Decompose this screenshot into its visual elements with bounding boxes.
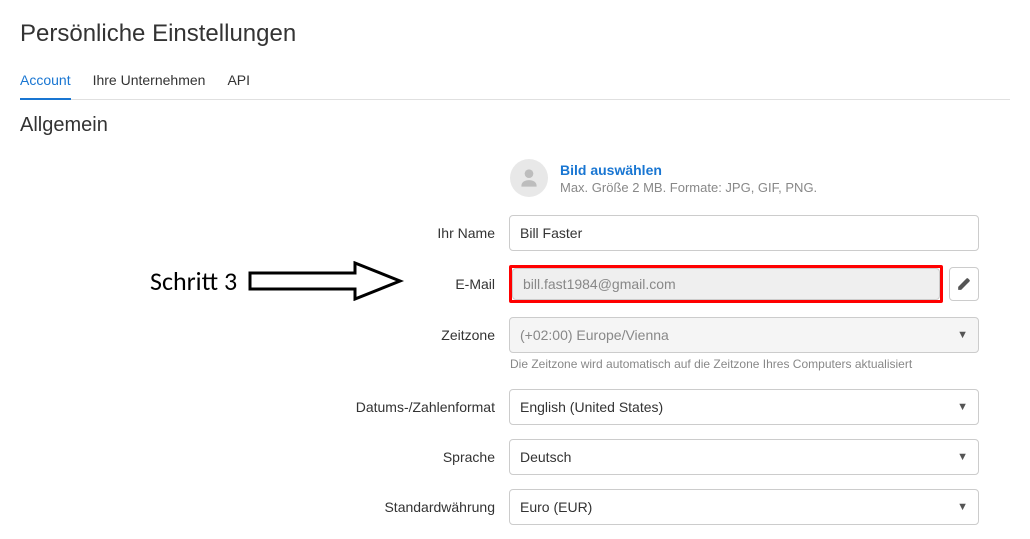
timezone-select: (+02:00) Europe/Vienna ▼: [509, 317, 979, 353]
pencil-icon: [957, 277, 971, 291]
name-input[interactable]: [509, 215, 979, 251]
settings-form: Bild auswählen Max. Größe 2 MB. Formate:…: [20, 159, 1010, 525]
language-row: Sprache Deutsch ▼: [20, 439, 1010, 475]
page-title: Persönliche Einstellungen: [20, 20, 1010, 48]
email-row: Schritt 3 E-Mail: [20, 265, 1010, 303]
arrow-icon: [245, 261, 405, 301]
tab-companies[interactable]: Ihre Unternehmen: [93, 66, 206, 100]
pick-image-link[interactable]: Bild auswählen: [560, 162, 817, 178]
tab-account[interactable]: Account: [20, 66, 71, 100]
timezone-note: Die Zeitzone wird automatisch auf die Ze…: [20, 357, 970, 371]
section-title-general: Allgemein: [20, 114, 1010, 137]
step-annotation: Schritt 3: [150, 261, 405, 301]
dateformat-label: Datums-/Zahlenformat: [20, 399, 495, 415]
currency-label: Standardwährung: [20, 499, 495, 515]
chevron-down-icon: ▼: [957, 501, 968, 513]
avatar-placeholder-icon: [510, 159, 548, 197]
chevron-down-icon: ▼: [957, 451, 968, 463]
chevron-down-icon: ▼: [957, 329, 968, 341]
timezone-value: (+02:00) Europe/Vienna: [520, 327, 669, 343]
timezone-label: Zeitzone: [20, 327, 495, 343]
edit-email-button[interactable]: [949, 267, 979, 301]
currency-select[interactable]: Euro (EUR) ▼: [509, 489, 979, 525]
dateformat-row: Datums-/Zahlenformat English (United Sta…: [20, 389, 1010, 425]
currency-value: Euro (EUR): [520, 499, 592, 515]
chevron-down-icon: ▼: [957, 401, 968, 413]
step-label: Schritt 3: [150, 265, 237, 297]
timezone-row: Zeitzone (+02:00) Europe/Vienna ▼: [20, 317, 1010, 353]
avatar-hint: Max. Größe 2 MB. Formate: JPG, GIF, PNG.: [560, 180, 817, 195]
dateformat-value: English (United States): [520, 399, 663, 415]
email-input: [512, 268, 940, 300]
avatar-row: Bild auswählen Max. Größe 2 MB. Formate:…: [20, 159, 1010, 197]
currency-row: Standardwährung Euro (EUR) ▼: [20, 489, 1010, 525]
tab-api[interactable]: API: [227, 66, 250, 100]
name-row: Ihr Name: [20, 215, 1010, 251]
tabs-bar: Account Ihre Unternehmen API: [20, 66, 1010, 100]
dateformat-select[interactable]: English (United States) ▼: [509, 389, 979, 425]
email-highlight-box: [509, 265, 943, 303]
language-select[interactable]: Deutsch ▼: [509, 439, 979, 475]
language-value: Deutsch: [520, 449, 571, 465]
language-label: Sprache: [20, 449, 495, 465]
name-label: Ihr Name: [20, 225, 495, 241]
